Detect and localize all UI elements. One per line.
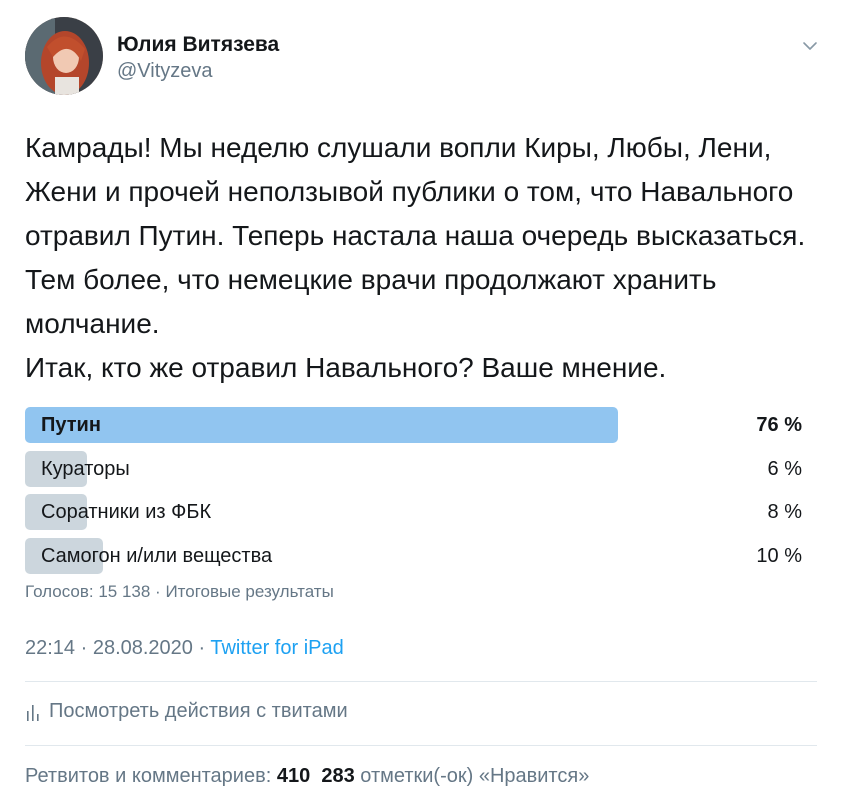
view-activity-label: Посмотреть действия с твитами — [49, 700, 348, 722]
poll-option: Соратники из ФБК 8 % — [25, 494, 805, 530]
poll-option-label: Самогон и/или вещества — [41, 544, 273, 567]
view-activity-button[interactable]: Посмотреть действия с твитами — [25, 700, 348, 723]
tweet-paragraph: Итак, кто же отравил Навального? Ваше мн… — [25, 352, 667, 383]
analytics-icon — [27, 704, 39, 721]
tweet-paragraph: Камрады! Мы неделю слушали вопли Киры, Л… — [25, 132, 806, 339]
poll-option-label: Кураторы — [41, 457, 130, 480]
avatar-image — [25, 17, 103, 95]
poll-option: Кураторы 6 % — [25, 450, 805, 487]
poll-bar — [25, 407, 618, 443]
poll-option: Самогон и/или вещества 10 % — [25, 537, 805, 574]
retweets-count[interactable]: 410 — [277, 765, 310, 787]
tweet-header: Юлия Витязева @Vityzeva — [25, 17, 825, 99]
chevron-down-icon[interactable] — [801, 37, 819, 55]
user-handle[interactable]: @Vityzeva — [117, 60, 213, 83]
poll-option-percent: 8 % — [767, 501, 802, 523]
poll-option: Путин 76 % — [25, 407, 805, 443]
display-name[interactable]: Юлия Витязева — [117, 33, 279, 57]
source-link[interactable]: Twitter for iPad — [210, 637, 343, 659]
poll-option-percent: 10 % — [756, 544, 802, 567]
divider — [25, 681, 817, 682]
retweets-label: Ретвитов и комментариев: — [25, 765, 272, 787]
avatar[interactable] — [25, 17, 103, 95]
poll-option-percent: 76 % — [756, 414, 802, 436]
poll-option-percent: 6 % — [767, 457, 802, 480]
time-date[interactable]: 22:14 · 28.08.2020 · — [25, 637, 210, 659]
tweet-stats: Ретвитов и комментариев: 410 283 отметки… — [25, 765, 589, 788]
tweet-timestamp: 22:14 · 28.08.2020 · Twitter for iPad — [25, 637, 344, 660]
poll-option-label: Путин — [41, 414, 101, 436]
divider — [25, 745, 817, 746]
likes-label: отметки(-ок) «Нравится» — [360, 765, 590, 787]
poll-option-label: Соратники из ФБК — [41, 501, 212, 523]
poll: Путин 76 % Кураторы 6 % Соратники из ФБК… — [25, 407, 805, 581]
poll-meta: Голосов: 15 138 · Итоговые результаты — [25, 582, 334, 601]
tweet-text: Камрады! Мы неделю слушали вопли Киры, Л… — [25, 126, 825, 390]
likes-count[interactable]: 283 — [321, 765, 354, 787]
